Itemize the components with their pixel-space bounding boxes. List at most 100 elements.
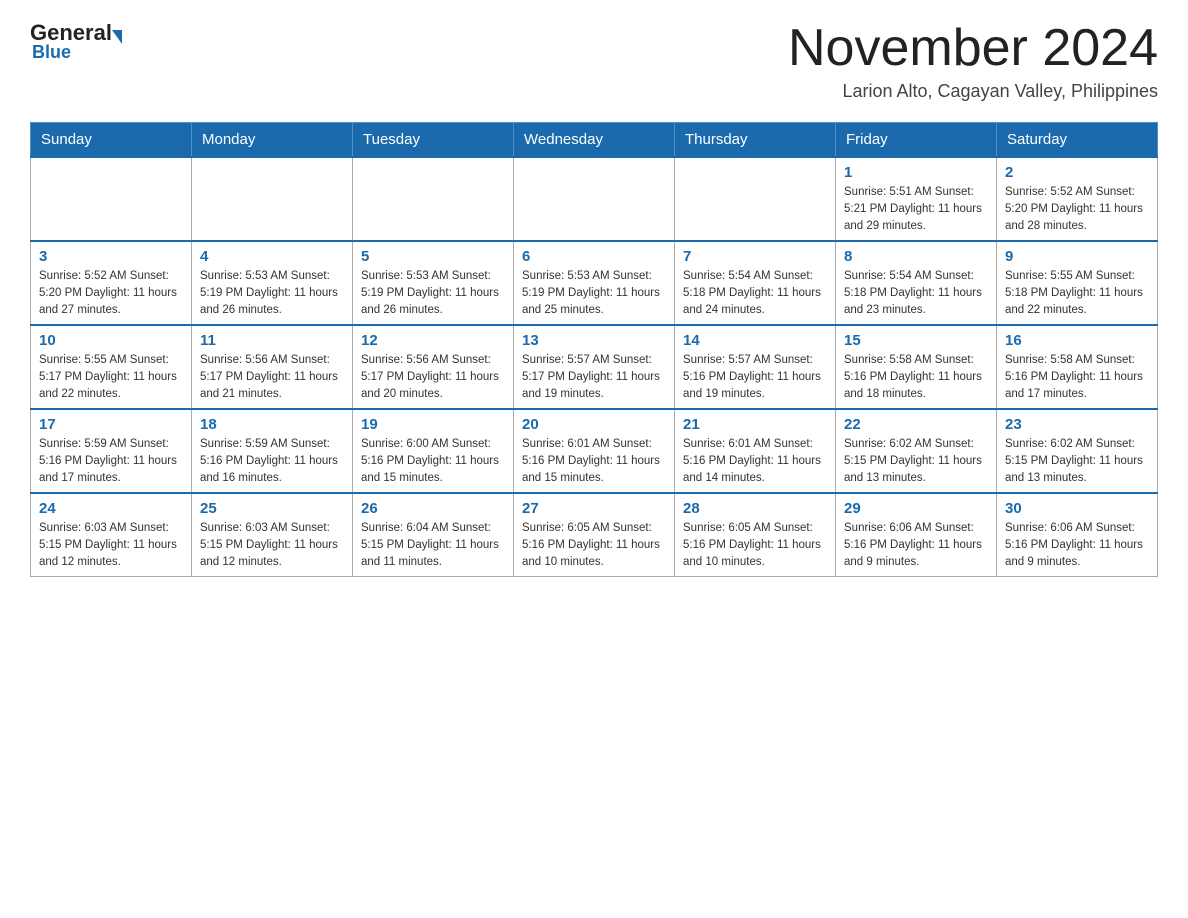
day-number: 5 (361, 248, 505, 265)
calendar-table: Sunday Monday Tuesday Wednesday Thursday… (30, 122, 1158, 577)
day-number: 7 (683, 248, 827, 265)
calendar-cell: 10 Sunrise: 5:55 AM Sunset: 5:17 PM Dayli… (31, 325, 192, 409)
day-info: Sunrise: 5:55 AM Sunset: 5:17 PM Dayligh… (39, 352, 183, 402)
calendar-cell: 8 Sunrise: 5:54 AM Sunset: 5:18 PM Daylig… (836, 241, 997, 325)
logo: General Blue (30, 20, 122, 63)
calendar-cell: 13 Sunrise: 5:57 AM Sunset: 5:17 PM Dayli… (514, 325, 675, 409)
day-number: 18 (200, 416, 344, 433)
day-number: 9 (1005, 248, 1149, 265)
day-number: 24 (39, 500, 183, 517)
day-number: 2 (1005, 164, 1149, 181)
day-info: Sunrise: 5:51 AM Sunset: 5:21 PM Dayligh… (844, 184, 988, 234)
day-number: 13 (522, 332, 666, 349)
calendar-cell (353, 157, 514, 241)
day-number: 22 (844, 416, 988, 433)
day-info: Sunrise: 6:04 AM Sunset: 5:15 PM Dayligh… (361, 520, 505, 570)
header-tuesday: Tuesday (353, 123, 514, 158)
week-row-3: 17 Sunrise: 5:59 AM Sunset: 5:16 PM Dayli… (31, 409, 1158, 493)
calendar-header-row: Sunday Monday Tuesday Wednesday Thursday… (31, 123, 1158, 158)
week-row-1: 3 Sunrise: 5:52 AM Sunset: 5:20 PM Daylig… (31, 241, 1158, 325)
calendar-cell: 11Sunrise: 5:56 AM Sunset: 5:17 PM Dayli… (192, 325, 353, 409)
calendar-cell: 9 Sunrise: 5:55 AM Sunset: 5:18 PM Daylig… (997, 241, 1158, 325)
day-number: 27 (522, 500, 666, 517)
day-number: 19 (361, 416, 505, 433)
day-number: 3 (39, 248, 183, 265)
calendar-cell: 26 Sunrise: 6:04 AM Sunset: 5:15 PM Dayli… (353, 493, 514, 577)
day-number: 25 (200, 500, 344, 517)
day-number: 12 (361, 332, 505, 349)
day-info: Sunrise: 5:58 AM Sunset: 5:16 PM Dayligh… (1005, 352, 1149, 402)
logo-triangle-icon (112, 30, 122, 44)
calendar-cell: 18 Sunrise: 5:59 AM Sunset: 5:16 PM Dayli… (192, 409, 353, 493)
day-info: Sunrise: 5:56 AM Sunset: 5:17 PM Dayligh… (361, 352, 505, 402)
day-info: Sunrise: 6:05 AM Sunset: 5:16 PM Dayligh… (522, 520, 666, 570)
day-number: 10 (39, 332, 183, 349)
day-info: Sunrise: 6:00 AM Sunset: 5:16 PM Dayligh… (361, 436, 505, 486)
day-info: Sunrise: 6:03 AM Sunset: 5:15 PM Dayligh… (39, 520, 183, 570)
day-info: Sunrise: 5:58 AM Sunset: 5:16 PM Dayligh… (844, 352, 988, 402)
day-number: 30 (1005, 500, 1149, 517)
day-info: Sunrise: 5:54 AM Sunset: 5:18 PM Dayligh… (844, 268, 988, 318)
day-info: Sunrise: 5:56 AM Sunset: 5:17 PM Dayligh… (200, 352, 344, 402)
calendar-cell: 7 Sunrise: 5:54 AM Sunset: 5:18 PM Daylig… (675, 241, 836, 325)
week-row-4: 24 Sunrise: 6:03 AM Sunset: 5:15 PM Dayli… (31, 493, 1158, 577)
week-row-0: 1 Sunrise: 5:51 AM Sunset: 5:21 PM Daylig… (31, 157, 1158, 241)
week-row-2: 10 Sunrise: 5:55 AM Sunset: 5:17 PM Dayli… (31, 325, 1158, 409)
header-thursday: Thursday (675, 123, 836, 158)
day-number: 16 (1005, 332, 1149, 349)
calendar-cell: 12 Sunrise: 5:56 AM Sunset: 5:17 PM Dayli… (353, 325, 514, 409)
day-number: 8 (844, 248, 988, 265)
calendar-cell: 20 Sunrise: 6:01 AM Sunset: 5:16 PM Dayli… (514, 409, 675, 493)
calendar-cell: 21 Sunrise: 6:01 AM Sunset: 5:16 PM Dayli… (675, 409, 836, 493)
calendar-cell (192, 157, 353, 241)
calendar-cell: 24 Sunrise: 6:03 AM Sunset: 5:15 PM Dayli… (31, 493, 192, 577)
day-info: Sunrise: 5:53 AM Sunset: 5:19 PM Dayligh… (522, 268, 666, 318)
header-sunday: Sunday (31, 123, 192, 158)
title-area: November 2024 Larion Alto, Cagayan Valle… (788, 20, 1158, 102)
calendar-cell: 28Sunrise: 6:05 AM Sunset: 5:16 PM Dayli… (675, 493, 836, 577)
calendar-cell (31, 157, 192, 241)
day-info: Sunrise: 6:02 AM Sunset: 5:15 PM Dayligh… (844, 436, 988, 486)
day-info: Sunrise: 6:01 AM Sunset: 5:16 PM Dayligh… (522, 436, 666, 486)
calendar-cell: 19 Sunrise: 6:00 AM Sunset: 5:16 PM Dayli… (353, 409, 514, 493)
calendar-cell: 22 Sunrise: 6:02 AM Sunset: 5:15 PM Dayli… (836, 409, 997, 493)
day-info: Sunrise: 5:52 AM Sunset: 5:20 PM Dayligh… (39, 268, 183, 318)
day-number: 6 (522, 248, 666, 265)
day-number: 21 (683, 416, 827, 433)
day-info: Sunrise: 6:01 AM Sunset: 5:16 PM Dayligh… (683, 436, 827, 486)
day-info: Sunrise: 5:55 AM Sunset: 5:18 PM Dayligh… (1005, 268, 1149, 318)
day-info: Sunrise: 6:05 AM Sunset: 5:16 PM Dayligh… (683, 520, 827, 570)
calendar-cell: 25 Sunrise: 6:03 AM Sunset: 5:15 PM Dayli… (192, 493, 353, 577)
calendar-cell: 30Sunrise: 6:06 AM Sunset: 5:16 PM Dayli… (997, 493, 1158, 577)
calendar-cell: 16 Sunrise: 5:58 AM Sunset: 5:16 PM Dayli… (997, 325, 1158, 409)
day-number: 15 (844, 332, 988, 349)
day-info: Sunrise: 5:57 AM Sunset: 5:16 PM Dayligh… (683, 352, 827, 402)
header-saturday: Saturday (997, 123, 1158, 158)
calendar-cell: 5Sunrise: 5:53 AM Sunset: 5:19 PM Daylig… (353, 241, 514, 325)
day-info: Sunrise: 5:53 AM Sunset: 5:19 PM Dayligh… (200, 268, 344, 318)
day-info: Sunrise: 6:02 AM Sunset: 5:15 PM Dayligh… (1005, 436, 1149, 486)
day-info: Sunrise: 6:03 AM Sunset: 5:15 PM Dayligh… (200, 520, 344, 570)
day-number: 17 (39, 416, 183, 433)
header-monday: Monday (192, 123, 353, 158)
calendar-cell: 27 Sunrise: 6:05 AM Sunset: 5:16 PM Dayli… (514, 493, 675, 577)
calendar-cell: 4Sunrise: 5:53 AM Sunset: 5:19 PM Daylig… (192, 241, 353, 325)
calendar-cell: 3 Sunrise: 5:52 AM Sunset: 5:20 PM Daylig… (31, 241, 192, 325)
day-number: 23 (1005, 416, 1149, 433)
day-info: Sunrise: 5:59 AM Sunset: 5:16 PM Dayligh… (200, 436, 344, 486)
calendar-cell: 6 Sunrise: 5:53 AM Sunset: 5:19 PM Daylig… (514, 241, 675, 325)
calendar-cell: 15 Sunrise: 5:58 AM Sunset: 5:16 PM Dayli… (836, 325, 997, 409)
day-number: 29 (844, 500, 988, 517)
calendar-cell (514, 157, 675, 241)
day-info: Sunrise: 5:54 AM Sunset: 5:18 PM Dayligh… (683, 268, 827, 318)
day-info: Sunrise: 5:57 AM Sunset: 5:17 PM Dayligh… (522, 352, 666, 402)
page-header: General Blue November 2024 Larion Alto, … (30, 20, 1158, 102)
page-title: November 2024 (788, 20, 1158, 77)
calendar-cell: 14Sunrise: 5:57 AM Sunset: 5:16 PM Dayli… (675, 325, 836, 409)
day-number: 26 (361, 500, 505, 517)
day-info: Sunrise: 6:06 AM Sunset: 5:16 PM Dayligh… (844, 520, 988, 570)
day-number: 1 (844, 164, 988, 181)
calendar-cell: 1 Sunrise: 5:51 AM Sunset: 5:21 PM Daylig… (836, 157, 997, 241)
day-number: 20 (522, 416, 666, 433)
day-info: Sunrise: 5:52 AM Sunset: 5:20 PM Dayligh… (1005, 184, 1149, 234)
